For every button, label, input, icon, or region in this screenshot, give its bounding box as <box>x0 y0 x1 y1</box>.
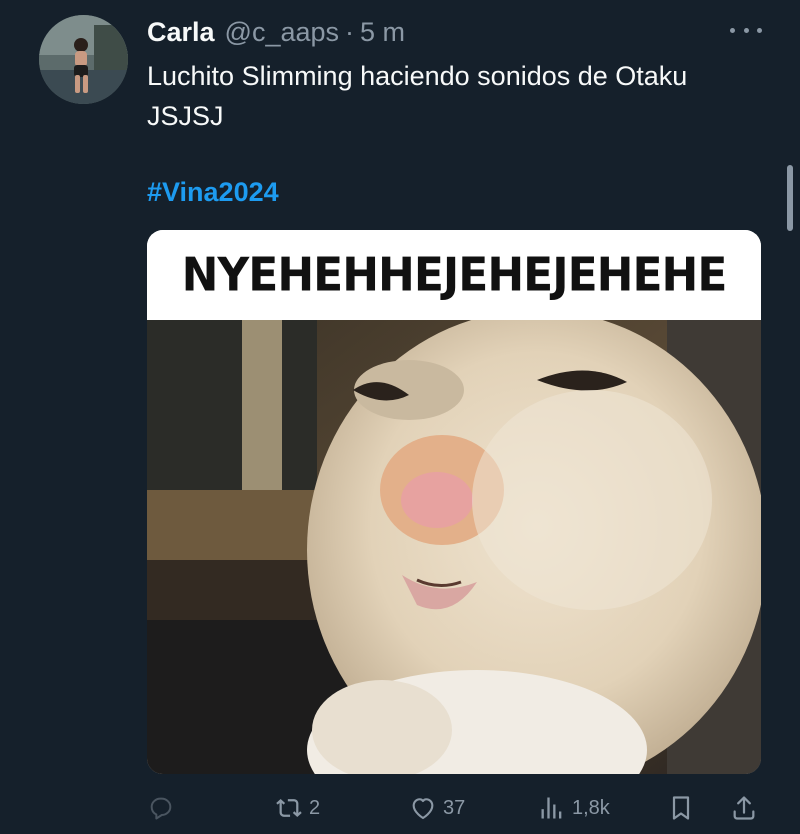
more-options-icon[interactable] <box>730 20 762 40</box>
like-button[interactable]: 37 <box>409 788 465 828</box>
bookmark-icon <box>672 796 690 820</box>
user-handle[interactable]: @c_aaps <box>225 17 339 48</box>
scrollbar[interactable] <box>787 165 793 231</box>
display-name[interactable]: Carla <box>147 17 215 48</box>
like-count: 37 <box>443 796 466 819</box>
avatar-photo <box>39 15 128 104</box>
reply-icon <box>150 797 172 820</box>
avatar[interactable] <box>39 15 128 104</box>
bookmark-button[interactable] <box>667 788 695 828</box>
retweet-button[interactable]: 2 <box>275 788 320 828</box>
separator-dot: · <box>345 16 355 47</box>
retweet-icon <box>276 798 302 817</box>
views-button[interactable]: 1,8k <box>538 788 610 828</box>
tweet[interactable]: Carla @c_aaps · 5 m Luchito Slimming hac… <box>0 0 800 834</box>
tweet-header: Carla @c_aaps · 5 m <box>147 14 405 50</box>
action-bar: 2 37 1,8k <box>147 788 761 828</box>
meme-caption: NYEHEHHEJEHEJEHEHE <box>147 230 761 323</box>
reply-button[interactable] <box>147 788 181 828</box>
share-icon <box>733 796 755 820</box>
hashtag-link[interactable]: #Vina2024 <box>147 174 279 210</box>
heart-icon <box>412 798 434 820</box>
views-icon <box>541 797 562 819</box>
timestamp[interactable]: 5 m <box>360 17 405 48</box>
views-count: 1,8k <box>572 796 610 819</box>
cat-photo <box>147 320 761 774</box>
tweet-media[interactable]: NYEHEHHEJEHEJEHEHE <box>147 230 761 774</box>
share-button[interactable] <box>730 788 758 828</box>
retweet-count: 2 <box>309 796 321 819</box>
tweet-text: Luchito Slimming haciendo sonidos de Ota… <box>147 61 688 131</box>
